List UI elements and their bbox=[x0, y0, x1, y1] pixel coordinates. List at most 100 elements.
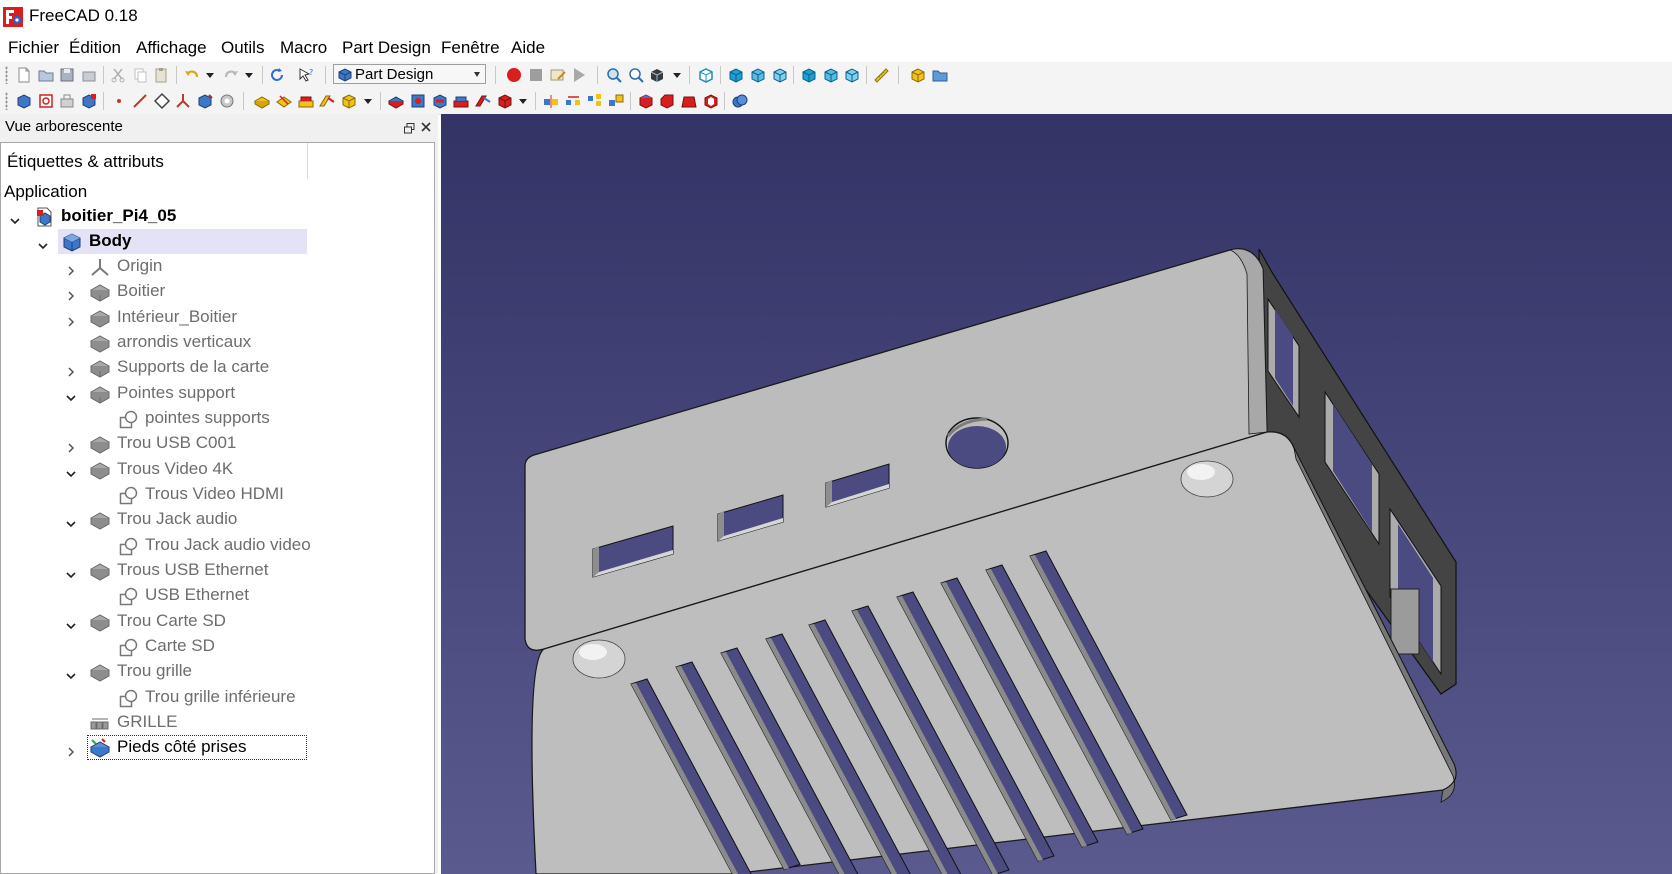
tree-item-pieds-cote-prises[interactable]: Pieds côté prises bbox=[1, 735, 431, 760]
open-file-icon[interactable] bbox=[37, 66, 55, 84]
run-macro-icon[interactable] bbox=[570, 66, 588, 84]
toolbar-grip[interactable] bbox=[5, 66, 8, 84]
tree-item-trous-video-4k[interactable]: Trous Video 4K bbox=[1, 457, 431, 482]
tree-item-trou-carte-sd[interactable]: Trou Carte SD bbox=[1, 609, 431, 634]
chevron-right-icon[interactable] bbox=[66, 286, 76, 301]
tree-item-sketch-trous-video-hdmi[interactable]: Trous Video HDMI bbox=[1, 482, 431, 507]
datum-plane-icon[interactable] bbox=[153, 92, 171, 110]
tree-item-interieur-boitier[interactable]: Intérieur_Boitier bbox=[1, 305, 431, 330]
tree-item-grille[interactable]: GRILLE bbox=[1, 710, 431, 735]
pocket-icon[interactable] bbox=[387, 92, 405, 110]
tree-item-origin[interactable]: Origin bbox=[1, 254, 431, 279]
chevron-right-icon[interactable] bbox=[66, 362, 76, 377]
tree-item-sketch-usb-ethernet[interactable]: USB Ethernet bbox=[1, 583, 431, 608]
tree-item-pointes-support[interactable]: Pointes support bbox=[1, 381, 431, 406]
tree-item-trou-grille[interactable]: Trou grille bbox=[1, 659, 431, 684]
save-as-icon[interactable] bbox=[80, 66, 98, 84]
fit-all-icon[interactable] bbox=[605, 66, 623, 84]
shape-binder-icon[interactable] bbox=[196, 92, 214, 110]
tree-item-arrondis-verticaux[interactable]: arrondis verticaux bbox=[1, 330, 431, 355]
chevron-down-icon[interactable] bbox=[66, 464, 76, 478]
menu-window[interactable]: Fenêtre bbox=[441, 38, 500, 58]
undo-icon[interactable] bbox=[183, 66, 201, 84]
tree-item-boitier[interactable]: Boitier bbox=[1, 279, 431, 304]
chevron-down-icon[interactable] bbox=[10, 211, 20, 225]
draw-style-icon[interactable] bbox=[648, 66, 666, 84]
tree-item-sketch-trou-grille-inferieure[interactable]: Trou grille inférieure bbox=[1, 685, 431, 710]
chevron-down-icon[interactable] bbox=[38, 236, 48, 250]
mirrored-icon[interactable] bbox=[542, 92, 560, 110]
datum-point-icon[interactable] bbox=[110, 92, 128, 110]
chevron-right-icon[interactable] bbox=[66, 742, 76, 757]
tree-item-trou-usb-c001[interactable]: Trou USB C001 bbox=[1, 431, 431, 456]
chamfer-icon[interactable] bbox=[658, 92, 676, 110]
rear-view-icon[interactable] bbox=[800, 66, 818, 84]
groove-icon[interactable] bbox=[431, 92, 449, 110]
menu-file[interactable]: Fichier bbox=[8, 38, 59, 58]
boolean-icon[interactable] bbox=[731, 92, 749, 110]
left-view-icon[interactable] bbox=[843, 66, 861, 84]
create-body-icon[interactable] bbox=[15, 92, 33, 110]
create-group-icon[interactable] bbox=[931, 66, 949, 84]
tree-item-supports-carte[interactable]: Supports de la carte bbox=[1, 355, 431, 380]
local-coordinate-system-icon[interactable] bbox=[174, 92, 192, 110]
new-file-icon[interactable] bbox=[15, 66, 33, 84]
chevron-down-icon[interactable] bbox=[66, 616, 76, 630]
close-panel-icon[interactable] bbox=[420, 120, 432, 132]
tree-item-trous-usb-ethernet[interactable]: Trous USB Ethernet bbox=[1, 558, 431, 583]
column-header[interactable]: Étiquettes & attributs bbox=[1, 143, 308, 179]
subtractive-primitive-dropdown-icon[interactable] bbox=[519, 99, 527, 104]
revolution-icon[interactable] bbox=[275, 92, 293, 110]
map-sketch-icon[interactable] bbox=[80, 92, 98, 110]
top-view-icon[interactable] bbox=[749, 66, 767, 84]
isometric-view-icon[interactable] bbox=[697, 66, 715, 84]
float-panel-icon[interactable] bbox=[404, 121, 415, 134]
stop-macro-icon[interactable] bbox=[527, 66, 545, 84]
fit-selection-icon[interactable] bbox=[627, 66, 645, 84]
chevron-down-icon[interactable] bbox=[66, 388, 76, 402]
chevron-down-icon[interactable] bbox=[66, 666, 76, 680]
menu-view[interactable]: Affichage bbox=[136, 38, 207, 58]
multi-transform-icon[interactable] bbox=[607, 92, 625, 110]
thickness-icon[interactable] bbox=[702, 92, 720, 110]
redo-icon[interactable] bbox=[222, 66, 240, 84]
create-part-icon[interactable] bbox=[909, 66, 927, 84]
menu-part-design[interactable]: Part Design bbox=[342, 38, 431, 58]
refresh-icon[interactable] bbox=[268, 66, 286, 84]
chevron-right-icon[interactable] bbox=[66, 312, 76, 327]
tree-item-body[interactable]: Body bbox=[1, 229, 431, 254]
right-view-icon[interactable] bbox=[771, 66, 789, 84]
tree-item-document[interactable]: boitier_Pi4_05 bbox=[1, 204, 431, 229]
whats-this-icon[interactable]: ? bbox=[297, 66, 315, 84]
cut-icon[interactable] bbox=[109, 66, 127, 84]
macro-edit-icon[interactable] bbox=[549, 66, 567, 84]
additive-primitive-dropdown-icon[interactable] bbox=[364, 99, 372, 104]
fillet-icon[interactable] bbox=[637, 92, 655, 110]
menu-tools[interactable]: Outils bbox=[221, 38, 264, 58]
raspberry-pi-case-model[interactable] bbox=[441, 114, 1672, 874]
menu-macro[interactable]: Macro bbox=[280, 38, 327, 58]
redo-dropdown-icon[interactable] bbox=[245, 73, 253, 78]
chevron-right-icon[interactable] bbox=[66, 261, 76, 276]
subtractive-loft-icon[interactable] bbox=[452, 92, 470, 110]
workbench-selector[interactable]: Part Design bbox=[333, 64, 486, 84]
subtractive-primitive-icon[interactable] bbox=[496, 92, 514, 110]
datum-line-icon[interactable] bbox=[131, 92, 149, 110]
create-sketch-icon[interactable] bbox=[37, 92, 55, 110]
tree-item-sketch-carte-sd[interactable]: Carte SD bbox=[1, 634, 431, 659]
menu-edit[interactable]: Édition bbox=[69, 38, 121, 58]
chevron-down-icon[interactable] bbox=[66, 565, 76, 579]
copy-icon[interactable] bbox=[131, 66, 149, 84]
save-icon[interactable] bbox=[58, 66, 76, 84]
validate-sketch-icon[interactable] bbox=[58, 92, 76, 110]
menu-help[interactable]: Aide bbox=[511, 38, 545, 58]
undo-dropdown-icon[interactable] bbox=[206, 73, 214, 78]
additive-loft-icon[interactable] bbox=[297, 92, 315, 110]
bottom-view-icon[interactable] bbox=[822, 66, 840, 84]
3d-viewport[interactable] bbox=[441, 114, 1672, 874]
toolbar-grip[interactable] bbox=[5, 92, 8, 110]
tree-item-sketch-pointes-supports[interactable]: pointes supports bbox=[1, 406, 431, 431]
paste-icon[interactable] bbox=[152, 66, 170, 84]
measure-distance-icon[interactable] bbox=[872, 66, 890, 84]
tree-view[interactable]: Étiquettes & attributs Application boiti… bbox=[0, 142, 435, 874]
